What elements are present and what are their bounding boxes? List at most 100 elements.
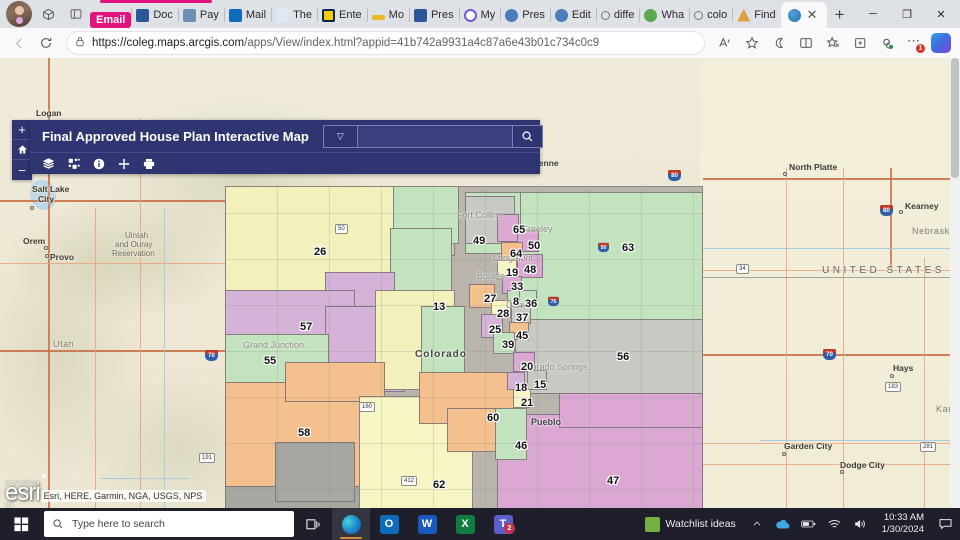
map-place-garden-city: Garden City (784, 441, 833, 451)
co-label-boulder: Boulder (477, 271, 509, 281)
layers-icon[interactable] (42, 157, 55, 170)
edge-icon (341, 514, 361, 534)
road-us6 (0, 263, 225, 264)
tab-email[interactable]: Email (90, 12, 132, 28)
map-place-utah: Utah (53, 339, 75, 349)
shield-us281: 281 (920, 442, 937, 452)
battery-icon[interactable] (796, 508, 822, 540)
map-place-salt-lake: Salt Lake (32, 184, 70, 194)
esri-logo[interactable]: POWERED BY esri (4, 474, 46, 508)
michigan-favicon (322, 8, 336, 22)
about-info-icon[interactable] (93, 158, 105, 170)
colorado-districts-layer[interactable]: Colorado Fort Collins Greeley Longmont B… (225, 186, 703, 508)
border-us-line (703, 277, 960, 279)
start-button[interactable] (0, 508, 42, 540)
tab-the[interactable]: The (271, 2, 317, 28)
notification-center-button[interactable] (932, 508, 958, 540)
tab-mail[interactable]: Mail (223, 2, 271, 28)
taskbar-search[interactable]: Type here to search (44, 511, 294, 537)
search-input[interactable] (357, 125, 512, 147)
taskbar-app-outlook[interactable]: O (370, 508, 408, 540)
tab-wha[interactable]: Wha (639, 2, 689, 28)
app-header: Final Approved House Plan Interactive Ma… (30, 120, 543, 174)
tab-label: Email (96, 14, 126, 26)
onedrive-icon[interactable] (770, 508, 796, 540)
window-close-button[interactable]: ✕ (924, 0, 958, 28)
collections-icon[interactable] (847, 30, 873, 56)
map-place-logan: Logan (36, 108, 62, 118)
window-minimize-button[interactable]: ─ (856, 0, 890, 28)
tab-label: Ente (339, 9, 362, 21)
refresh-icon[interactable] (33, 30, 59, 56)
tab-label: Pres (430, 9, 454, 21)
tab-edit[interactable]: Edit (549, 2, 596, 28)
zoom-out-button[interactable]: − (12, 160, 32, 180)
new-tab-button[interactable]: + (827, 2, 853, 28)
copilot-button[interactable] (928, 30, 954, 56)
back-arrow-icon[interactable] (6, 30, 32, 56)
tab-ente[interactable]: Ente (317, 2, 367, 28)
favorite-star-icon[interactable] (739, 30, 765, 56)
watchlist-ideas-tray-item[interactable]: Watchlist ideas (637, 508, 744, 540)
window-maximize-button[interactable]: ❐ (890, 0, 924, 28)
tab-group-icon[interactable] (35, 1, 61, 27)
map-place-and-ouray: and Ouray (115, 240, 153, 249)
browser-window: Email Doc Pay Mail The Ente Mo Pres My P… (0, 0, 960, 508)
basemap-gallery-icon[interactable] (68, 158, 80, 170)
split-screen-icon[interactable] (793, 30, 819, 56)
taskbar-app-excel[interactable]: X (446, 508, 484, 540)
district-label-57: 57 (300, 321, 313, 333)
map-place-north-platte: North Platte (789, 162, 838, 172)
map-zoom-controls[interactable]: + − (12, 120, 32, 180)
zoom-in-button[interactable]: + (12, 120, 32, 140)
tab-close-icon[interactable]: ✕ (805, 7, 820, 23)
favorites-icon[interactable] (820, 30, 846, 56)
search-widget[interactable]: ▽ (322, 124, 543, 148)
taskbar-clock[interactable]: 10:33 AM 1/30/2024 (874, 508, 932, 540)
profile-avatar[interactable] (6, 1, 32, 27)
watchlist-icon (644, 516, 660, 532)
task-view-button[interactable] (294, 508, 332, 540)
search-scope-dropdown[interactable]: ▽ (324, 125, 358, 147)
tab-doc[interactable]: Doc (131, 2, 178, 28)
taskbar-app-teams[interactable]: T 2 (484, 508, 522, 540)
print-icon[interactable] (143, 158, 155, 170)
city-dot-provo (45, 254, 49, 258)
map-place-uintah: Uintah (125, 231, 149, 240)
wifi-icon[interactable] (822, 508, 848, 540)
volume-icon[interactable] (848, 508, 874, 540)
tab-mo[interactable]: Mo (366, 2, 409, 28)
tab-label: colo (707, 9, 728, 21)
tab-pres-2[interactable]: Pres (500, 2, 550, 28)
tab-label: Pres (522, 9, 545, 21)
taskbar-app-edge[interactable] (332, 508, 370, 540)
city-dot-north-platte (783, 172, 787, 176)
tab-colo[interactable]: colo (689, 2, 732, 28)
teams-badge: 2 (504, 523, 515, 534)
copilot-crescent-icon[interactable] (766, 30, 792, 56)
scrollbar-thumb[interactable] (951, 58, 959, 178)
shield-i70-co: 76 (547, 296, 560, 307)
vertical-tabs-icon[interactable] (63, 1, 89, 27)
address-bar[interactable]: https://coleg.maps.arcgis.com/apps/View/… (66, 31, 705, 55)
page-scrollbar[interactable] (950, 58, 960, 508)
measure-icon[interactable] (118, 158, 130, 170)
taskbar-app-word[interactable]: W (408, 508, 446, 540)
district-label-62: 62 (433, 479, 446, 491)
district-label-65: 65 (513, 224, 526, 236)
tab-diffe[interactable]: diffe (595, 2, 640, 28)
show-hidden-icons[interactable] (744, 508, 770, 540)
tab-label: Mail (245, 9, 267, 21)
tab-my[interactable]: My (458, 2, 501, 28)
read-aloud-icon[interactable] (712, 30, 738, 56)
tab-pres-1[interactable]: Pres (408, 2, 459, 28)
tab-find[interactable]: Find (732, 2, 780, 28)
home-button[interactable] (12, 140, 32, 160)
settings-more-icon[interactable]: ⋯ 1 (901, 30, 927, 56)
map-viewport[interactable]: Logan Salt Lake City Orem Provo Utah Uin… (0, 58, 960, 508)
browser-essentials-icon[interactable] (874, 30, 900, 56)
tab-pay[interactable]: Pay (177, 2, 224, 28)
tab-arcgis-map-active[interactable]: ✕ (780, 2, 827, 28)
search-icon[interactable] (511, 125, 542, 147)
address-bar-url: https://coleg.maps.arcgis.com/apps/View/… (92, 37, 599, 49)
